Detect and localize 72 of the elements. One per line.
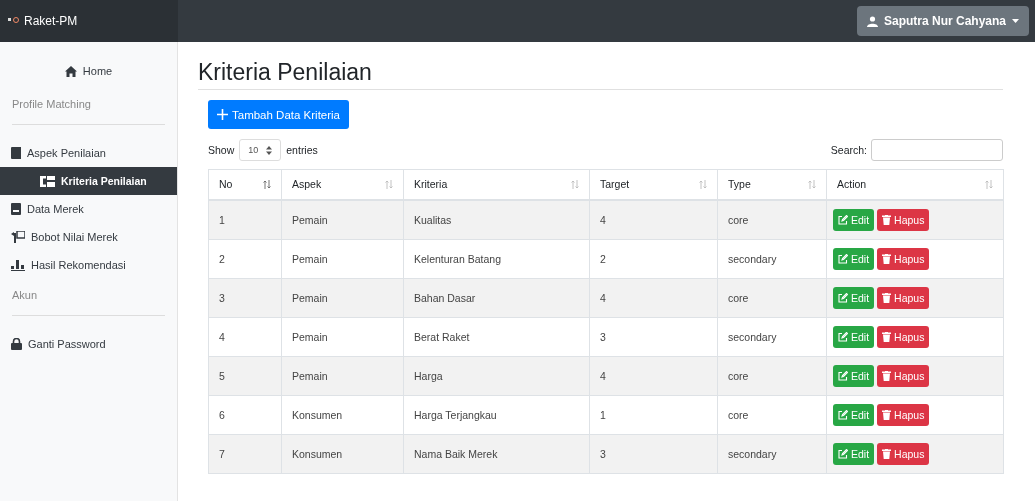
column-header[interactable]: Aspek — [281, 169, 404, 200]
table-cell: Pemain — [281, 317, 404, 356]
column-header[interactable]: No — [208, 169, 282, 200]
table-cell: 2 — [589, 239, 718, 278]
add-criteria-button[interactable]: Tambah Data Kriteria — [208, 100, 350, 129]
table-cell: secondary — [717, 434, 827, 473]
sidebar-item[interactable]: Hasil Rekomendasi — [0, 251, 177, 279]
sidebar-item[interactable]: Aspek Penilaian — [0, 139, 177, 167]
edit-button[interactable]: Edit — [833, 403, 875, 426]
search-label: Search: — [830, 144, 867, 156]
user-menu-button[interactable]: Saputra Nur Cahyana — [856, 6, 1029, 36]
table-cell: secondary — [717, 239, 827, 278]
table-cell: 7 — [208, 434, 282, 473]
edit-button[interactable]: Edit — [833, 442, 875, 465]
column-header[interactable]: Action — [826, 169, 1004, 200]
table-cell: Konsumen — [281, 395, 404, 434]
sidebar-item[interactable]: Bobot Nilai Merek — [0, 223, 177, 251]
table-cell: secondary — [717, 317, 827, 356]
column-header[interactable]: Type — [717, 169, 827, 200]
table-cell: core — [717, 199, 827, 239]
table-cell: Kualitas — [403, 199, 590, 239]
table-cell: core — [717, 356, 827, 395]
table-cell: 4 — [589, 278, 718, 317]
column-header[interactable]: Kriteria — [403, 169, 590, 200]
sidebar-item[interactable]: Home — [0, 60, 177, 82]
table-cell: 4 — [589, 356, 718, 395]
column-header[interactable]: Target — [589, 169, 718, 200]
table-cell: 3 — [589, 317, 718, 356]
table-cell: Berat Raket — [403, 317, 590, 356]
table-cell: Konsumen — [281, 434, 404, 473]
sidebar-item[interactable]: Data Merek — [0, 195, 177, 223]
table-cell: Pemain — [281, 239, 404, 278]
table-cell: Pemain — [281, 278, 404, 317]
table-cell: Pemain — [281, 199, 404, 239]
delete-button[interactable]: Hapus — [877, 325, 930, 348]
edit-button[interactable]: Edit — [833, 364, 875, 387]
table-cell: 3 — [208, 278, 282, 317]
table-cell: core — [717, 278, 827, 317]
table-cell: 1 — [589, 395, 718, 434]
edit-button[interactable]: Edit — [833, 208, 875, 231]
sidebar-item[interactable]: Kriteria Penilaian — [0, 167, 177, 195]
table-cell: 4 — [589, 199, 718, 239]
table-cell: Nama Baik Merek — [403, 434, 590, 473]
delete-button[interactable]: Hapus — [877, 286, 930, 309]
table-cell: Kelenturan Batang — [403, 239, 590, 278]
table-cell: core — [717, 395, 827, 434]
brand-name[interactable]: Raket-PM — [24, 14, 78, 28]
table-cell: 1 — [208, 199, 282, 239]
page-size-select[interactable]: 10 — [239, 139, 282, 161]
edit-button[interactable]: Edit — [833, 286, 875, 309]
table-cell: 5 — [208, 356, 282, 395]
table-cell: Pemain — [281, 356, 404, 395]
entries-label: entries — [286, 144, 318, 156]
delete-button[interactable]: Hapus — [877, 364, 930, 387]
show-label: Show — [208, 144, 235, 156]
sidebar-item[interactable]: Ganti Password — [0, 330, 177, 358]
table-cell: 2 — [208, 239, 282, 278]
edit-button[interactable]: Edit — [833, 247, 875, 270]
page-title: Kriteria Penilaian — [198, 58, 373, 86]
delete-button[interactable]: Hapus — [877, 208, 930, 231]
table-cell: Harga Terjangkau — [403, 395, 590, 434]
table-cell: 3 — [589, 434, 718, 473]
table-cell: 6 — [208, 395, 282, 434]
sidebar-heading: Profile Matching — [11, 97, 92, 112]
delete-button[interactable]: Hapus — [877, 442, 930, 465]
delete-button[interactable]: Hapus — [877, 403, 930, 426]
sidebar-heading: Akun — [11, 288, 39, 303]
table-cell: Bahan Dasar — [403, 278, 590, 317]
delete-button[interactable]: Hapus — [877, 247, 930, 270]
edit-button[interactable]: Edit — [833, 325, 875, 348]
table-cell: 4 — [208, 317, 282, 356]
table-cell: Harga — [403, 356, 590, 395]
